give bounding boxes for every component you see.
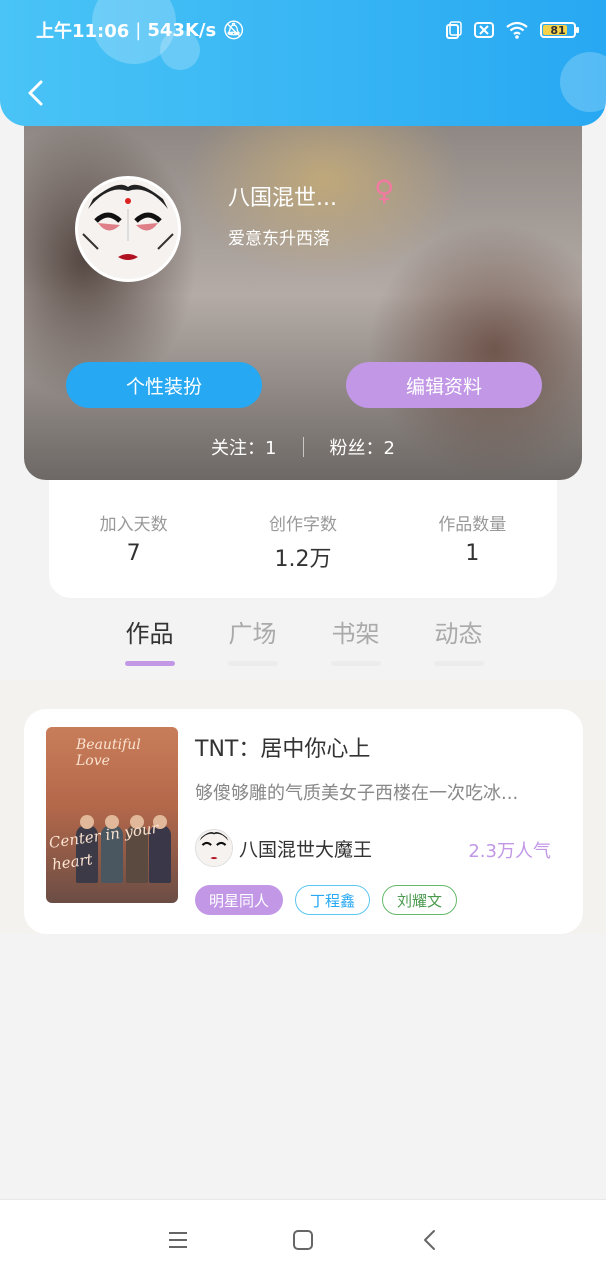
stat-value: 7: [126, 541, 141, 566]
status-bar: 上午11:06 | 543K/s 🔕︎ 81: [36, 16, 579, 44]
tab-indicator: [331, 661, 381, 666]
cover-title: Beautiful Love: [76, 737, 141, 769]
sim-icon: [446, 21, 462, 39]
stat-word-count: 创作字数 1.2万: [218, 510, 387, 598]
profile-signature: 爱意东升西落: [228, 229, 330, 249]
system-nav-bar: [0, 1199, 606, 1280]
profile-name: 八国混世...: [228, 186, 337, 211]
follow-divider: [302, 437, 304, 457]
tab-indicator: [228, 661, 278, 666]
female-icon: ♀: [374, 174, 395, 207]
battery-icon: 81: [540, 22, 579, 38]
tab-label: 作品: [125, 620, 174, 648]
tab-label: 广场: [228, 620, 277, 648]
profile-banner: 八国混世... ♀ 爱意东升西落 个性装扮 编辑资料 关注：1 粉丝：2: [24, 110, 582, 480]
nav-back-icon[interactable]: [418, 1228, 442, 1252]
wifi-icon: [506, 21, 528, 39]
tab-feed[interactable]: 动态: [407, 614, 510, 666]
profile-tabs: 作品 广场 书架 动态: [98, 614, 510, 666]
stat-value: 1.2万: [274, 547, 332, 572]
book-title[interactable]: TNT：居中你心上: [195, 731, 370, 763]
followers-count[interactable]: 粉丝：2: [330, 434, 395, 460]
tag[interactable]: 明星同人: [195, 885, 284, 915]
dress-up-button[interactable]: 个性装扮: [66, 362, 262, 408]
status-speed: 543K/s: [147, 19, 217, 41]
tab-label: 动态: [434, 620, 483, 648]
tab-indicator: [434, 661, 484, 666]
mute-icon: 🔕︎: [222, 19, 246, 41]
no-sim-icon: [474, 22, 494, 38]
menu-icon[interactable]: [166, 1228, 190, 1252]
avatar[interactable]: [75, 176, 181, 282]
stat-label: 作品数量: [438, 515, 507, 535]
following-count[interactable]: 关注：1: [211, 434, 276, 460]
tab-works[interactable]: 作品: [98, 614, 201, 666]
home-square-icon[interactable]: [291, 1228, 315, 1252]
book-description: 够傻够雕的气质美女子西楼在一次吃冰...: [195, 783, 519, 804]
opera-mask-avatar-image: [78, 179, 178, 279]
tab-label: 书架: [331, 620, 380, 648]
edit-profile-button[interactable]: 编辑资料: [346, 362, 542, 408]
stat-label: 创作字数: [268, 515, 337, 535]
author-avatar: [195, 829, 233, 867]
tab-bookshelf[interactable]: 书架: [304, 614, 407, 666]
follow-stats: 关注：1 粉丝：2: [24, 434, 582, 460]
stat-value: 1: [465, 541, 480, 566]
book-tags: 明星同人 丁程鑫 刘耀文: [195, 885, 458, 915]
chevron-left-icon[interactable]: [22, 78, 52, 108]
stat-works-count: 作品数量 1: [388, 510, 557, 598]
stat-label: 加入天数: [99, 515, 168, 535]
tag[interactable]: 丁程鑫: [295, 885, 371, 915]
book-card[interactable]: Beautiful Love Center in your heart TNT：…: [24, 709, 583, 934]
stats-card: 加入天数 7 创作字数 1.2万 作品数量 1: [49, 470, 557, 598]
tab-indicator: [125, 661, 175, 666]
tab-square[interactable]: 广场: [201, 614, 304, 666]
status-time: 上午11:06: [36, 21, 130, 42]
tag[interactable]: 刘耀文: [382, 885, 458, 915]
stat-join-days: 加入天数 7: [49, 510, 218, 598]
popularity-count: 2.3万人气: [468, 841, 551, 862]
book-author[interactable]: 八国混世大魔王: [195, 829, 372, 867]
app-header: 上午11:06 | 543K/s 🔕︎ 81: [0, 0, 606, 126]
author-name: 八国混世大魔王: [239, 838, 373, 861]
book-cover[interactable]: Beautiful Love Center in your heart: [46, 727, 178, 903]
